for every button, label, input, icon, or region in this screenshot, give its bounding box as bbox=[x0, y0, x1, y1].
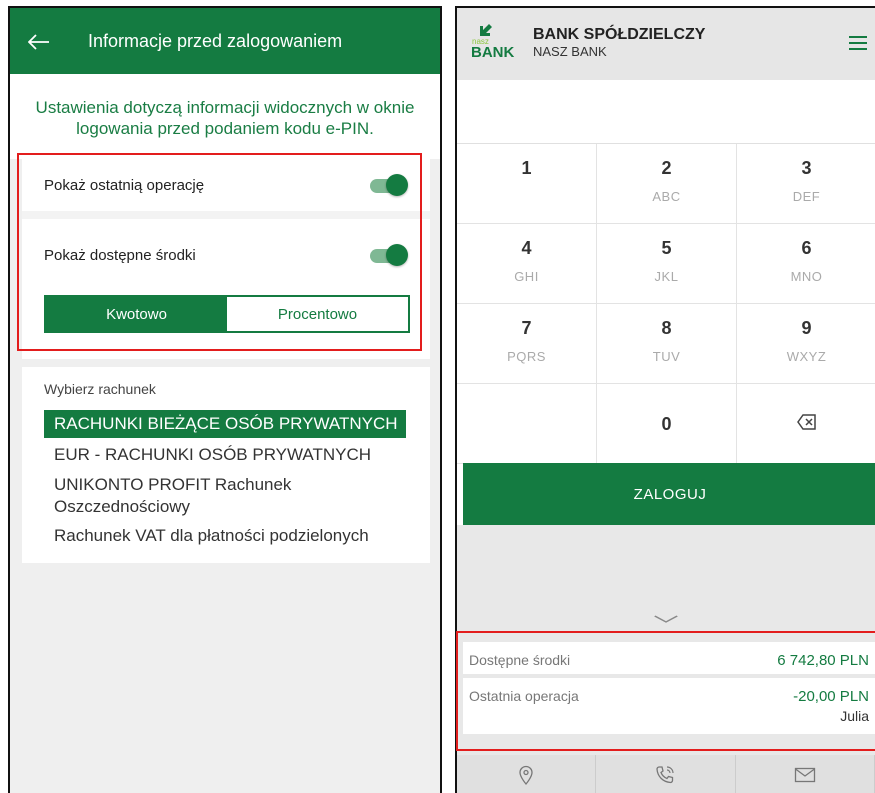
backspace-icon bbox=[737, 414, 875, 435]
account-list: Wybierz rachunek RACHUNKI BIEŻĄCE OSÓB P… bbox=[22, 367, 430, 563]
key-empty bbox=[457, 384, 597, 464]
arrow-left-icon[interactable] bbox=[10, 28, 68, 54]
chevron-down-icon[interactable] bbox=[653, 612, 679, 626]
key-3[interactable]: 3 DEF bbox=[737, 144, 875, 224]
hamburger-menu-icon[interactable] bbox=[849, 36, 867, 50]
logo-big-text: BANK bbox=[471, 44, 514, 61]
bank-logo: nasz BANK bbox=[471, 22, 531, 66]
bank-header: nasz BANK BANK SPÓŁDZIELCZY NASZ BANK bbox=[457, 8, 875, 80]
highlight-box bbox=[456, 631, 875, 751]
account-item[interactable]: EUR - RACHUNKI OSÓB PRYWATNYCH bbox=[44, 444, 406, 466]
key-9[interactable]: 9 WXYZ bbox=[737, 304, 875, 384]
mail-icon[interactable] bbox=[736, 755, 875, 793]
account-item[interactable]: UNIKONTO PROFIT Rachunek Oszczednościowy bbox=[44, 474, 344, 518]
key-6[interactable]: 6 MNO bbox=[737, 224, 875, 304]
key-2[interactable]: 2 ABC bbox=[597, 144, 737, 224]
account-item[interactable]: Rachunek VAT dla płatności podzielonych bbox=[44, 525, 406, 547]
bank-subtitle: NASZ BANK bbox=[533, 44, 607, 59]
login-button[interactable]: ZALOGUJ bbox=[463, 463, 875, 525]
highlight-box bbox=[17, 153, 422, 351]
phone-icon[interactable] bbox=[596, 755, 736, 793]
page-title: Informacje przed zalogowaniem bbox=[88, 30, 343, 51]
key-7[interactable]: 7 PQRS bbox=[457, 304, 597, 384]
bank-name: BANK SPÓŁDZIELCZY bbox=[533, 26, 706, 43]
location-pin-icon[interactable] bbox=[457, 755, 597, 793]
key-8[interactable]: 8 TUV bbox=[597, 304, 737, 384]
settings-screen: Informacje przed zalogowaniem Ustawienia… bbox=[8, 6, 442, 793]
account-list-label: Wybierz rachunek bbox=[44, 381, 156, 397]
key-4[interactable]: 4 GHI bbox=[457, 224, 597, 304]
pin-keypad: 1 2 ABC 3 DEF 4 GHI 5 JKL 6 MNO 7 PQRS 8 TUV 9W… bbox=[457, 144, 875, 464]
account-item[interactable]: RACHUNKI BIEŻĄCE OSÓB PRYWATNYCH bbox=[44, 410, 406, 438]
key-5[interactable]: 5 JKL bbox=[597, 224, 737, 304]
epin-input[interactable] bbox=[457, 80, 875, 144]
key-1[interactable]: 1 bbox=[457, 144, 597, 224]
key-backspace[interactable] bbox=[737, 384, 875, 464]
bottom-bar bbox=[457, 755, 875, 793]
key-0[interactable]: 0 bbox=[597, 384, 737, 464]
settings-description: Ustawienia dotyczą informacji widocznych… bbox=[10, 74, 440, 159]
app-header: Informacje przed zalogowaniem bbox=[10, 8, 440, 74]
